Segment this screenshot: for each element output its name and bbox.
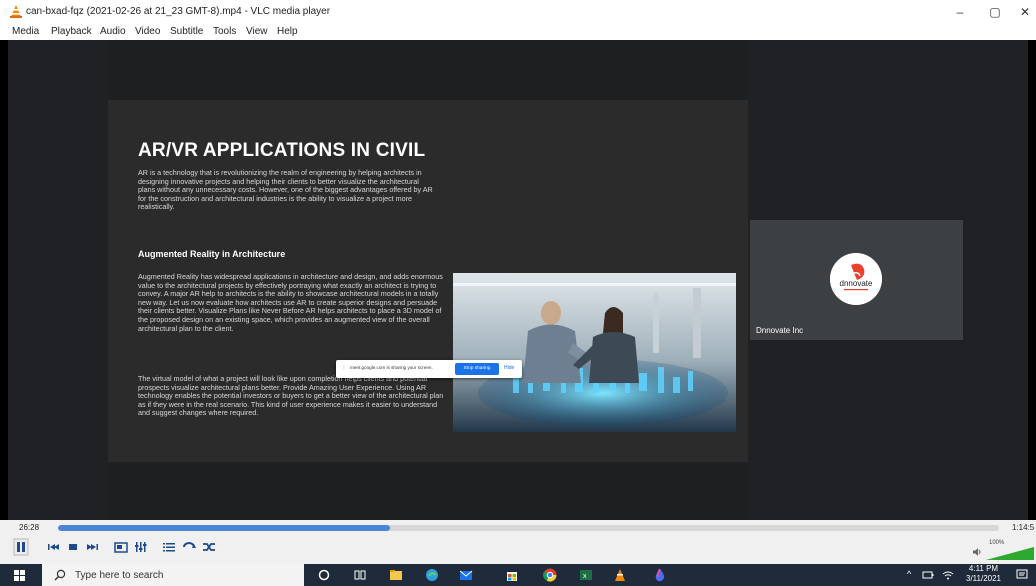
playlist-icon[interactable]: [160, 538, 178, 556]
svg-text:x: x: [583, 573, 587, 580]
share-message: meet.google.com is sharing your screen.: [350, 365, 433, 370]
menu-subtitle[interactable]: Subtitle: [170, 26, 203, 37]
loop-icon[interactable]: [180, 538, 198, 556]
next-icon[interactable]: [84, 538, 102, 556]
stop-sharing-button[interactable]: Stop sharing: [455, 363, 499, 375]
menu-bar: Media Playback Audio Video Subtitle Tool…: [0, 24, 1036, 40]
drag-handle-icon[interactable]: ⋮: [341, 364, 347, 371]
pause-button[interactable]: [12, 538, 30, 556]
droplet-app-icon[interactable]: [652, 567, 668, 583]
menu-view[interactable]: View: [246, 26, 268, 37]
vlc-cone-icon: [10, 5, 22, 18]
seek-progress: [58, 525, 391, 531]
system-clock[interactable]: 4:11 PM 3/11/2021: [966, 564, 1001, 584]
cortana-icon[interactable]: [316, 567, 332, 583]
tray-chevron-icon[interactable]: ^: [907, 569, 911, 579]
menu-playback[interactable]: Playback: [51, 26, 92, 37]
menu-audio[interactable]: Audio: [100, 26, 126, 37]
slide-title: AR/VR APPLICATIONS IN CIVIL: [138, 140, 426, 161]
excel-icon[interactable]: x: [578, 567, 594, 583]
fullscreen-icon[interactable]: [112, 538, 130, 556]
previous-icon[interactable]: [44, 538, 62, 556]
notification-icon[interactable]: [1016, 569, 1028, 581]
wifi-icon[interactable]: [942, 570, 954, 580]
store-icon[interactable]: [504, 567, 520, 583]
battery-icon[interactable]: [922, 570, 934, 580]
volume-slider[interactable]: [986, 547, 1034, 561]
dnnovate-logo-icon: dnnovate: [830, 253, 882, 305]
maximize-button[interactable]: ▢: [980, 3, 1010, 21]
clock-time: 4:11 PM: [968, 564, 999, 573]
vlc-taskbar-icon[interactable]: [612, 567, 628, 583]
task-view-icon[interactable]: [352, 567, 368, 583]
shuffle-icon[interactable]: [200, 538, 218, 556]
file-explorer-icon[interactable]: [388, 567, 404, 583]
participant-tile[interactable]: dnnovate Dnnovate Inc: [750, 220, 963, 340]
total-time: 1:14:5: [1012, 523, 1035, 532]
speaker-icon[interactable]: [972, 547, 982, 557]
search-icon: [54, 569, 66, 581]
hide-button[interactable]: Hide: [504, 365, 514, 371]
edge-icon[interactable]: [424, 567, 440, 583]
slide-subheading: Augmented Reality in Architecture: [138, 249, 286, 259]
presentation-slide: AR/VR APPLICATIONS IN CIVIL AR is a tech…: [108, 100, 748, 462]
slide-intro: AR is a technology that is revolutionizi…: [138, 168, 433, 212]
taskbar-search-box[interactable]: Type here to search: [42, 564, 304, 586]
seek-bar[interactable]: [58, 525, 999, 531]
window-title: can-bxad-fqz (2021-02-26 at 21_23 GMT-8)…: [26, 6, 331, 17]
equalizer-icon[interactable]: [132, 538, 150, 556]
architects-ar-photo: [453, 273, 736, 432]
windows-start-icon[interactable]: [14, 570, 25, 581]
menu-help[interactable]: Help: [277, 26, 298, 37]
vlc-window: can-bxad-fqz (2021-02-26 at 21_23 GMT-8)…: [0, 0, 1036, 586]
chrome-icon[interactable]: [542, 567, 558, 583]
minimize-button[interactable]: –: [945, 3, 975, 21]
mail-icon[interactable]: [458, 567, 474, 583]
windows-taskbar: Type here to search x ^ 4:11 PM 3/11/202…: [0, 564, 1036, 586]
menu-media[interactable]: Media: [12, 26, 39, 37]
close-button[interactable]: ✕: [1010, 3, 1036, 21]
elapsed-time: 26:28: [19, 523, 40, 532]
screen-share-bar: ⋮ meet.google.com is sharing your screen…: [336, 360, 522, 378]
player-controls: 26:28 1:14:5 100%: [0, 520, 1036, 564]
slide-paragraph-2: Augmented Reality has widespread applica…: [138, 272, 443, 333]
volume-percent: 100%: [989, 540, 1005, 546]
slide-bottom-margin: [108, 462, 748, 520]
clock-date: 3/11/2021: [966, 574, 1001, 583]
stop-icon[interactable]: [64, 538, 82, 556]
avatar: dnnovate: [830, 253, 882, 305]
slide-top-margin: [108, 40, 748, 100]
meeting-background: AR/VR APPLICATIONS IN CIVIL AR is a tech…: [8, 40, 1028, 520]
search-placeholder: Type here to search: [75, 570, 164, 581]
menu-tools[interactable]: Tools: [213, 26, 236, 37]
title-bar: can-bxad-fqz (2021-02-26 at 21_23 GMT-8)…: [0, 0, 1036, 24]
svg-text:dnnovate: dnnovate: [840, 279, 873, 288]
menu-video[interactable]: Video: [135, 26, 160, 37]
participant-name: Dnnovate Inc: [756, 326, 804, 335]
slide-paragraph-3: The virtual model of what a project will…: [138, 374, 444, 418]
video-area[interactable]: AR/VR APPLICATIONS IN CIVIL AR is a tech…: [0, 40, 1036, 520]
